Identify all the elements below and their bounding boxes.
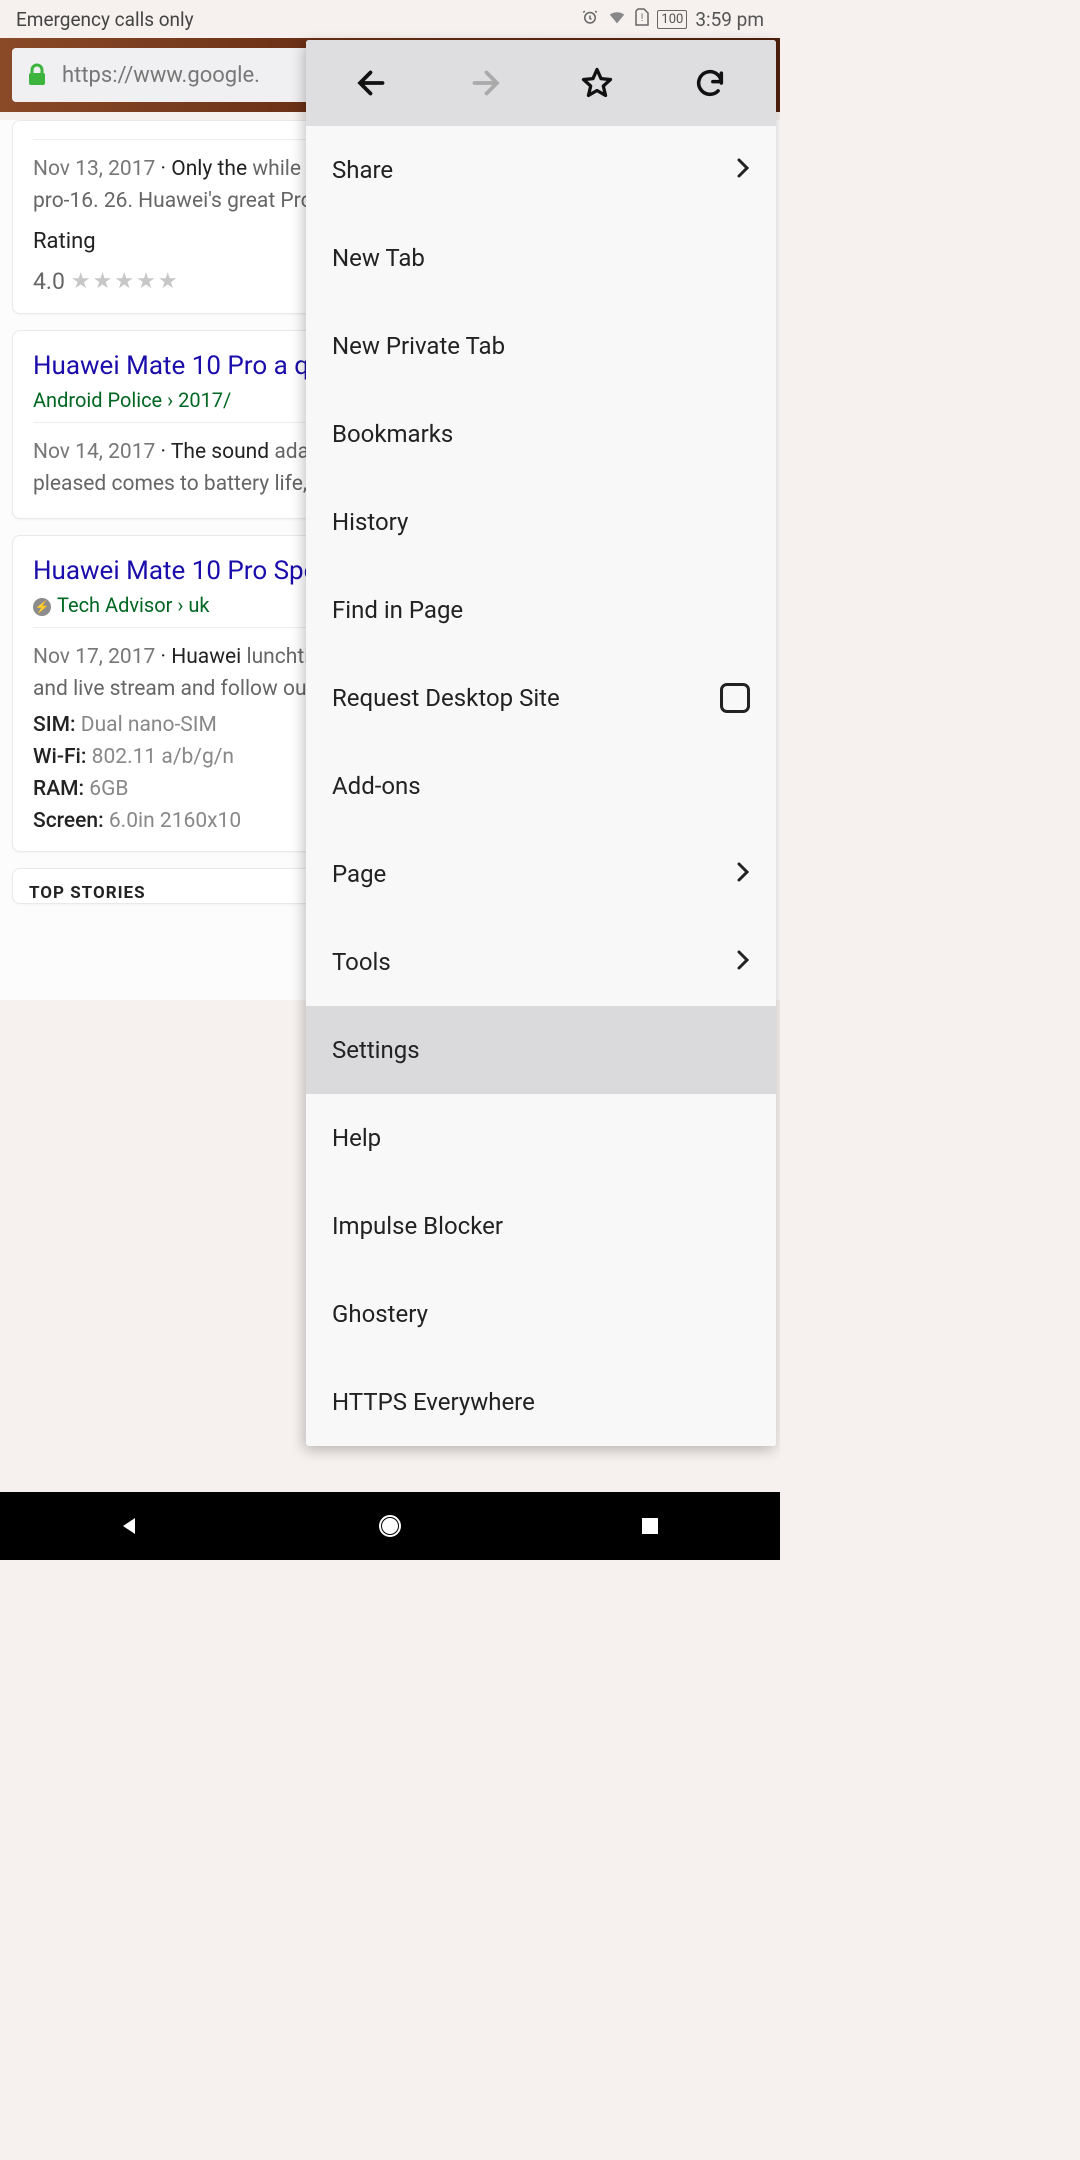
chevron-right-icon (736, 157, 750, 184)
desktop-site-checkbox[interactable] (720, 683, 750, 713)
menu-item-find-in-page[interactable]: Find in Page (306, 566, 776, 654)
menu-item-label: Settings (332, 1036, 420, 1064)
nav-recent-button[interactable] (635, 1511, 665, 1541)
nav-back-button[interactable] (115, 1511, 145, 1541)
menu-item-label: Page (332, 860, 386, 888)
menu-item-label: Bookmarks (332, 420, 453, 448)
menu-item-add-ons[interactable]: Add-ons (306, 742, 776, 830)
forward-icon (465, 63, 505, 103)
menu-item-label: Impulse Blocker (332, 1212, 503, 1240)
menu-item-label: Help (332, 1124, 381, 1152)
menu-item-label: History (332, 508, 408, 536)
menu-item-help[interactable]: Help (306, 1094, 776, 1182)
menu-item-label: Find in Page (332, 596, 463, 624)
menu-item-impulse-blocker[interactable]: Impulse Blocker (306, 1182, 776, 1270)
menu-item-label: Ghostery (332, 1300, 428, 1328)
menu-item-label: HTTPS Everywhere (332, 1388, 535, 1416)
nav-home-button[interactable] (375, 1511, 405, 1541)
reload-icon[interactable] (690, 63, 730, 103)
menu-item-tools[interactable]: Tools (306, 918, 776, 1006)
menu-item-new-private-tab[interactable]: New Private Tab (306, 302, 776, 390)
menu-item-label: New Tab (332, 244, 425, 272)
wifi-icon (607, 9, 627, 30)
alarm-icon (581, 8, 599, 31)
menu-item-label: Add-ons (332, 772, 421, 800)
menu-item-bookmarks[interactable]: Bookmarks (306, 390, 776, 478)
menu-nav-row (306, 40, 776, 126)
svg-text:!: ! (641, 13, 644, 24)
menu-item-history[interactable]: History (306, 478, 776, 566)
menu-item-request-desktop-site[interactable]: Request Desktop Site (306, 654, 776, 742)
amp-icon: ⚡ (33, 598, 51, 616)
menu-item-label: New Private Tab (332, 332, 505, 360)
bookmark-star-icon[interactable] (577, 63, 617, 103)
status-bar: Emergency calls only ! 100 3:59 pm (0, 0, 780, 38)
lock-icon (26, 63, 48, 87)
sim-alert-icon: ! (635, 8, 649, 31)
menu-item-share[interactable]: Share (306, 126, 776, 214)
chevron-right-icon (736, 949, 750, 976)
url-text: https://www.google. (62, 63, 260, 88)
menu-item-label: Share (332, 156, 393, 184)
battery-indicator: 100 (657, 10, 687, 29)
menu-item-page[interactable]: Page (306, 830, 776, 918)
menu-item-ghostery[interactable]: Ghostery (306, 1270, 776, 1358)
menu-item-label: Request Desktop Site (332, 684, 560, 712)
clock-text: 3:59 pm (695, 8, 764, 31)
stars-icon: ★★★★★ (71, 269, 180, 294)
chevron-right-icon (736, 861, 750, 888)
status-left-text: Emergency calls only (16, 8, 581, 31)
menu-item-new-tab[interactable]: New Tab (306, 214, 776, 302)
browser-menu: Share New Tab New Private Tab Bookmarks Hist… (306, 40, 776, 1446)
menu-item-settings[interactable]: Settings (306, 1006, 776, 1094)
menu-item-label: Tools (332, 948, 391, 976)
menu-item-https-everywhere[interactable]: HTTPS Everywhere (306, 1358, 776, 1446)
back-icon[interactable] (352, 63, 392, 103)
android-nav-bar (0, 1492, 780, 1560)
